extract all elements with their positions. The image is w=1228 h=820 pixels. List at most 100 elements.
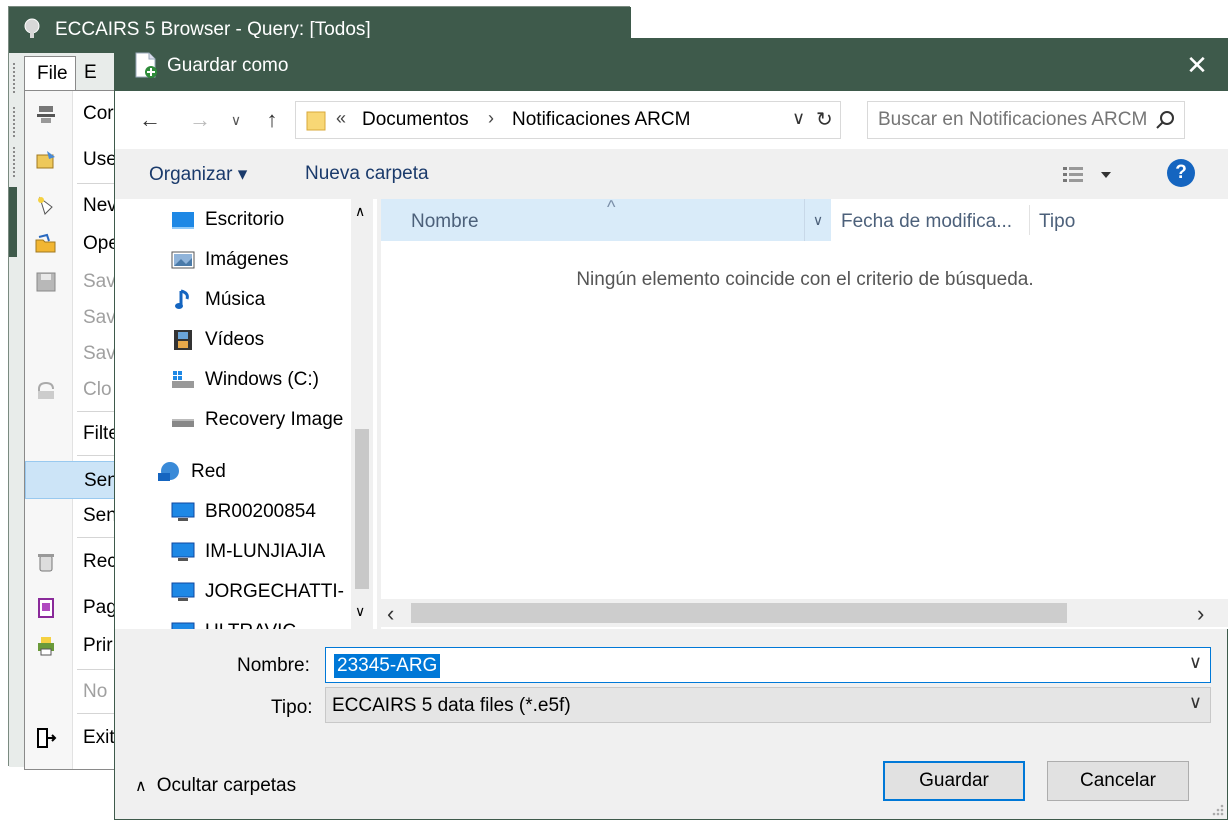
nav-item-desktop[interactable]: Escritorio [115,201,351,237]
recent-locations-button[interactable]: ∨ [221,105,251,135]
computer-icon [171,582,195,601]
menu-item-recycle[interactable]: Rec [25,543,125,581]
chevron-up-icon[interactable]: ∧ [355,203,365,220]
nav-item-computer[interactable]: IM-LUNJIAJIA [115,533,351,569]
nav-item-recovery-drive[interactable]: Recovery Image [115,401,351,437]
menu-item-save-as[interactable]: Sav [25,299,125,337]
menu-item-send-highlighted[interactable]: Sen [25,461,125,499]
filename-value[interactable]: 23345-ARG [334,654,441,678]
folder-icon [306,111,326,131]
nav-item-computer[interactable]: ULTRAVIC [115,613,351,629]
help-icon[interactable]: ? [1167,159,1195,187]
connect-icon [37,106,55,123]
nav-item-videos[interactable]: Vídeos [115,321,351,357]
chevron-up-icon: ∧ [135,778,147,795]
nav-item-computer[interactable]: BR00200854 [115,493,351,529]
dialog-title: Guardar como [167,55,289,76]
filename-label: Nombre: [237,655,310,676]
pictures-icon [171,251,195,269]
organize-button[interactable]: Organizar ▾ [149,163,247,186]
horizontal-scrollbar[interactable]: ‹ › [381,599,1228,627]
refresh-icon[interactable]: ↻ [816,107,833,132]
chevron-right-icon[interactable]: › [1197,601,1204,627]
menu-item-user[interactable]: Use [25,141,125,179]
filename-field[interactable]: 23345-ARG ∨ [325,647,1211,683]
view-options-icon[interactable] [1061,161,1121,189]
drive-icon [172,419,194,427]
menu-item-exit[interactable]: Exit [25,719,125,757]
hide-folders-toggle[interactable]: ∧ Ocultar carpetas [135,775,296,797]
eccairs-side-panel [9,187,17,257]
breadcrumb-overflow[interactable]: « [336,108,346,129]
menu-file[interactable]: File [24,56,76,90]
nav-scrollbar[interactable]: ∧ ∨ [351,199,373,629]
file-list[interactable]: ^ Nombre ∨ Fecha de modifica... Tipo Nin… [381,197,1228,629]
resize-grip-icon[interactable] [1209,801,1225,817]
nav-item-network[interactable]: Red [115,453,351,489]
search-input[interactable] [878,109,1148,131]
menu-edit[interactable]: E [84,62,97,84]
print-icon [38,637,54,656]
menu-item-filter[interactable]: Filte [25,415,125,453]
chevron-down-icon[interactable]: ∨ [355,603,365,620]
save-document-icon [135,52,157,78]
forward-button[interactable]: → [185,105,215,135]
up-button[interactable]: ↑ [257,105,287,135]
cancel-button[interactable]: Cancelar [1047,761,1189,801]
toolbar-grip[interactable] [13,107,17,137]
desktop-icon [172,212,194,229]
dialog-titlebar[interactable]: Guardar como ✕ [115,39,1228,91]
computer-icon [171,622,195,629]
column-divider[interactable] [1029,205,1030,235]
file-menu-dropdown: Cor Use Nev Ope Sav Sav Sav Clo Filte Se… [24,90,125,770]
breadcrumb-documentos[interactable]: Documentos [362,109,469,131]
menu-item-page-setup[interactable]: Pag [25,589,125,627]
back-button[interactable]: ← [135,105,165,135]
menu-item-no[interactable]: No [25,673,125,711]
close-button[interactable]: ✕ [1177,47,1217,83]
nav-item-computer[interactable]: JORGECHATTI-H [115,573,351,609]
breadcrumb-current[interactable]: Notificaciones ARCM [512,109,690,131]
address-bar[interactable]: « Documentos › Notificaciones ARCM ∨ ↻ [295,101,841,139]
menu-item-send[interactable]: Sen [25,497,125,535]
new-icon [38,196,53,215]
menu-item-save-all[interactable]: Sav [25,335,125,373]
toolbar-grip[interactable] [13,63,17,93]
network-icon [158,462,179,481]
menu-item-print[interactable]: Prir [25,627,125,665]
videos-icon [174,330,192,350]
column-header-type[interactable]: Tipo [1039,211,1075,233]
sort-ascending-icon: ^ [607,197,616,217]
chevron-down-icon[interactable]: ∨ [1189,692,1202,713]
chevron-down-icon[interactable]: ∨ [805,199,831,241]
column-header-name[interactable]: ^ Nombre [381,197,805,241]
user-icon [36,151,55,169]
recycle-icon [38,554,54,572]
chevron-right-icon[interactable]: › [488,108,494,129]
menu-item-save[interactable]: Sav [25,263,125,301]
search-box[interactable] [867,101,1185,139]
address-row: ← → ∨ ↑ « Documentos › Notificaciones AR… [115,91,1228,149]
toolbar-grip[interactable] [13,147,17,177]
menu-item-connect[interactable]: Cor [25,95,125,133]
menu-item-close[interactable]: Clo [25,371,125,409]
save-as-dialog: Guardar como ✕ ← → ∨ ↑ « Documentos › No… [114,38,1228,820]
chevron-down-icon[interactable]: ∨ [792,108,805,129]
scrollbar-thumb[interactable] [355,429,369,589]
computer-icon [171,502,195,521]
menu-item-new[interactable]: Nev [25,187,125,225]
menu-item-open[interactable]: Ope [25,225,125,263]
open-folder-icon [35,233,56,253]
page-setup-icon [38,598,54,618]
chevron-down-icon[interactable]: ∨ [1189,652,1202,673]
new-folder-button[interactable]: Nueva carpeta [305,163,429,185]
nav-item-windows-drive[interactable]: Windows (C:) [115,361,351,397]
chevron-left-icon[interactable]: ‹ [387,601,394,627]
search-icon[interactable] [1154,108,1178,132]
filetype-select[interactable]: ECCAIRS 5 data files (*.e5f) ∨ [325,687,1211,723]
nav-item-music[interactable]: Música [115,281,351,317]
save-button[interactable]: Guardar [883,761,1025,801]
scrollbar-thumb[interactable] [411,603,1067,623]
nav-item-pictures[interactable]: Imágenes [115,241,351,277]
column-header-date[interactable]: Fecha de modifica... [841,211,1012,233]
